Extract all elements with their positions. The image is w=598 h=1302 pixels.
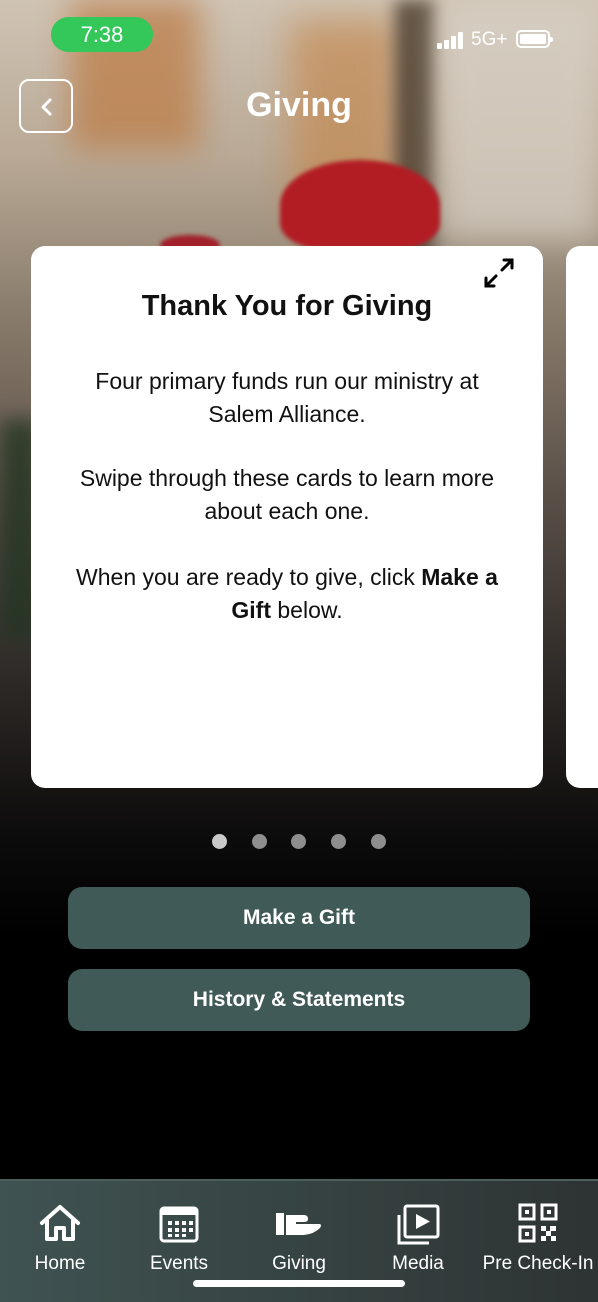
tab-label: Events: [149, 1253, 209, 1274]
network-type: 5G+: [471, 29, 508, 50]
signal-icon: [437, 31, 463, 49]
page-title: Giving: [246, 86, 352, 124]
page-dot[interactable]: [252, 834, 267, 849]
tab-home[interactable]: Home: [0, 1181, 120, 1281]
page-dot[interactable]: [291, 834, 306, 849]
tab-events[interactable]: Events: [119, 1181, 239, 1281]
tab-media[interactable]: Media: [358, 1181, 478, 1281]
card-paragraph-1: Four primary funds run our ministry at S…: [95, 368, 479, 427]
tab-label: Home: [34, 1253, 86, 1274]
history-statements-button[interactable]: History & Statements: [68, 969, 530, 1031]
status-time: 7:38: [51, 17, 153, 52]
page-indicator[interactable]: [205, 834, 405, 852]
tab-label: Pre Check-In: [482, 1253, 594, 1274]
qr-code-icon: [518, 1203, 558, 1243]
giving-hand-icon: [276, 1213, 321, 1235]
home-indicator: [193, 1280, 405, 1287]
page-dot[interactable]: [212, 834, 227, 849]
tab-giving[interactable]: Giving: [239, 1181, 359, 1281]
battery-icon: [516, 30, 553, 48]
page-dot[interactable]: [331, 834, 346, 849]
tab-label: Media: [392, 1253, 444, 1274]
home-icon: [40, 1205, 80, 1241]
status-bar: 7:38 5G+: [0, 0, 598, 72]
tab-label: Giving: [272, 1253, 326, 1274]
card-paragraph-3-text: When you are ready to give, click: [76, 564, 422, 590]
calendar-icon: [159, 1206, 199, 1243]
tab-pre-check-in[interactable]: Pre Check-In: [478, 1181, 598, 1281]
next-card-peek[interactable]: [566, 246, 598, 788]
media-icon: [397, 1204, 440, 1245]
card-paragraph-3: When you are ready to give, click Make a…: [60, 561, 514, 627]
expand-icon[interactable]: [482, 256, 516, 290]
card-title: Thank You for Giving: [141, 290, 433, 322]
page-dot[interactable]: [371, 834, 386, 849]
make-gift-button[interactable]: Make a Gift: [68, 887, 530, 949]
card-paragraph-2: Swipe through these cards to learn more …: [79, 465, 495, 524]
card-paragraph-3-end: below.: [271, 597, 343, 623]
